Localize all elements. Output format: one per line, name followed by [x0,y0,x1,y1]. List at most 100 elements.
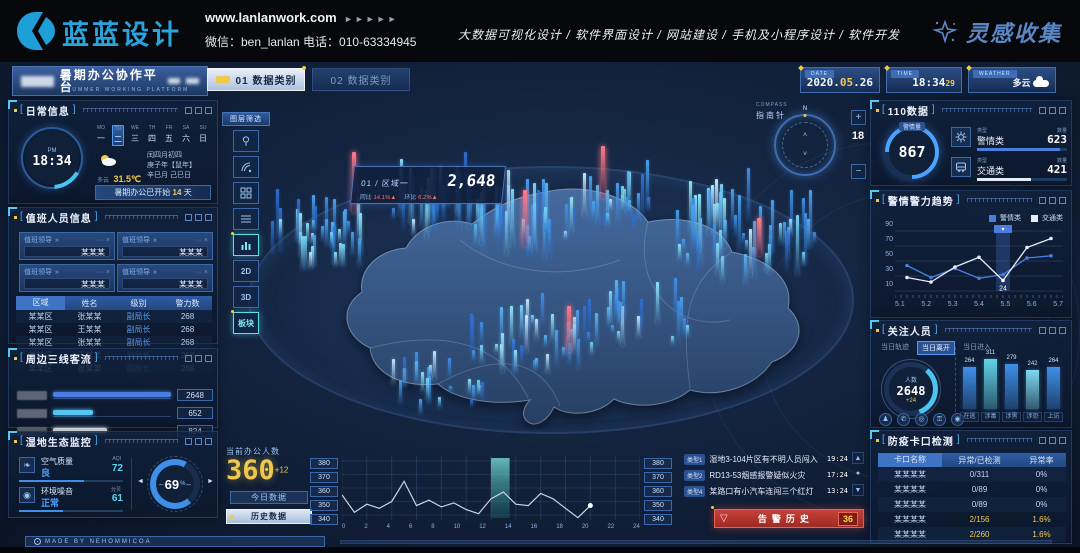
map-data-bar [271,221,274,254]
alert-history-bar[interactable]: ▽ 告警历史 36 [714,509,864,528]
layer-toolbar-title: 图层筛选 [222,112,270,126]
map-data-bar [358,238,361,267]
pin-layer-button[interactable] [233,130,259,152]
map-data-bar [321,226,324,241]
col-header[interactable]: 区域 [16,296,65,310]
zoom-out-button[interactable]: − [851,164,866,179]
map-data-bar [438,397,441,408]
map-data-bar [514,350,517,373]
map-data-bar [637,193,640,222]
focus-tab[interactable]: 当日轨迹 [877,341,913,355]
phone-icon[interactable]: ✆ [897,413,910,426]
trend-xaxis: 5.15.25.35.45.55.65.7 [895,301,1063,308]
map-data-bar [412,219,415,236]
divider [131,458,132,510]
cell: 1.6% [1017,515,1066,524]
map-data-bar [583,306,586,343]
signal-layer-button[interactable] [233,156,259,178]
table-row: 某某某某0/890% [878,497,1066,512]
map-data-bar [535,319,538,340]
window-controls[interactable] [1039,197,1066,204]
layers-layer-button[interactable] [233,208,259,230]
col-header[interactable]: 警力数 [163,298,212,309]
window-controls[interactable] [185,438,212,445]
duty-leader-card: 值班领导»··· ×某某某 [117,232,213,260]
map-data-bar [399,380,402,404]
map-data-bar [592,201,595,221]
focus-bar-label: 在逃 [960,412,979,422]
x-tick-label: 24 [633,524,640,530]
table-row: 某某某某0/3110% [878,467,1066,482]
col-header[interactable]: 级别 [114,298,163,309]
duty-leader-name: 某某某 [122,278,208,289]
alert-row[interactable]: 类型2RD13-53烟感报警疑似火灾17:24 [684,468,848,482]
tab-data-category-2[interactable]: 02 数据类别 [312,68,410,91]
alerts-scroll-up-button[interactable]: ▲ [852,452,864,464]
focus-tab[interactable]: 当日离开 [917,341,955,355]
focus-bar-value: 264 [959,358,980,364]
col-header[interactable]: 卡口名称 [878,453,942,467]
layer-button-3D[interactable]: 3D [233,286,259,308]
focus-bar-label: 上访 [1044,412,1063,422]
compass-widget: COMPASS 指南针 N ˄ ˅ + 18 − [748,102,866,194]
col-header[interactable]: 姓名 [65,298,114,309]
zoom-in-button[interactable]: + [851,110,866,125]
today-data-button[interactable]: 今日数据 [230,491,308,504]
compass-ring[interactable]: N ˄ ˅ [774,114,836,176]
layer-button-2D[interactable]: 2D [233,260,259,282]
map-data-bar [779,223,782,244]
window-controls[interactable] [1039,107,1066,114]
cell: 张某某 [65,311,114,322]
duty-leader-card: 值班领导»··· ×某某某 [117,264,213,292]
map-data-bar [392,208,395,219]
layer-button-板块[interactable]: 板块 [233,312,259,334]
map-data-bar [478,201,481,235]
dashboard: 暑期办公协作平台 SUMMER WORKING PLATFORM 01 数据类别… [0,62,1080,553]
map-data-bar [699,218,702,266]
alert-row[interactable]: 类型4某路口有小汽车连闯三个红灯13:24 [684,484,848,498]
cell: 0% [1017,470,1066,479]
redacted-label [17,409,47,418]
map-data-bar [721,256,724,283]
window-controls[interactable] [185,107,212,114]
focus-bar [984,359,997,409]
window-controls[interactable] [185,214,212,221]
panel-trend: [警情警力趋势] 警情类 交通类 ▾ 24 5.15.25.35.45.55.6… [870,190,1072,318]
window-controls[interactable] [1039,437,1066,444]
window-controls[interactable] [1039,327,1066,334]
arrow-right-icon[interactable]: ► [207,478,214,485]
y-tick-label: 70 [879,236,893,243]
map-data-bar [632,214,635,232]
focus-count: 2648 [897,384,926,398]
map-data-bar [691,205,694,245]
focus-tabs: 当日轨迹当日离开当日进入 [877,341,995,355]
grid-layer-button[interactable] [233,182,259,204]
arrow-left-icon[interactable]: ◄ [137,478,144,485]
alert-text: RD13-53烟感报警疑似火灾 [709,470,823,481]
history-data-button[interactable]: 历史数据 [226,509,312,524]
summer-office-banner: 暑期办公已开始 14 天 [95,185,211,200]
map-data-bar [543,223,546,232]
col-header[interactable]: 异常率 [1017,455,1066,466]
panel-title: 湿地生态监控 [26,434,92,449]
alerts-scroll-down-button[interactable]: ▼ [852,484,864,496]
x-tick-label: 14 [505,524,512,530]
tab-data-category-1[interactable]: 01 数据类别 [207,68,305,91]
map-data-bar [744,254,747,285]
col-header[interactable]: 异常/已检测 [942,455,1017,466]
alert-row[interactable]: 类型1湿地3-104片区有不明人员闯入19:24 [684,452,848,466]
chart-layer-button[interactable] [233,234,259,256]
gear-icon [951,127,971,147]
person-icon[interactable]: ♟ [879,413,892,426]
map-data-bar [719,230,722,258]
made-by-text: MADE BY NEHOMMICOA [45,539,152,545]
duty-leader-name: 某某某 [24,278,110,289]
zoom-level-value: 18 [850,130,866,142]
lock-icon[interactable]: ⚿ [933,413,946,426]
target-icon[interactable]: ◎ [915,413,928,426]
map-data-bar [535,358,538,369]
window-controls[interactable] [185,355,212,362]
cell: 某某区 [16,311,65,322]
leaf-icon: ❧ [19,457,35,473]
chevron-down-icon: ˅ [803,151,807,158]
